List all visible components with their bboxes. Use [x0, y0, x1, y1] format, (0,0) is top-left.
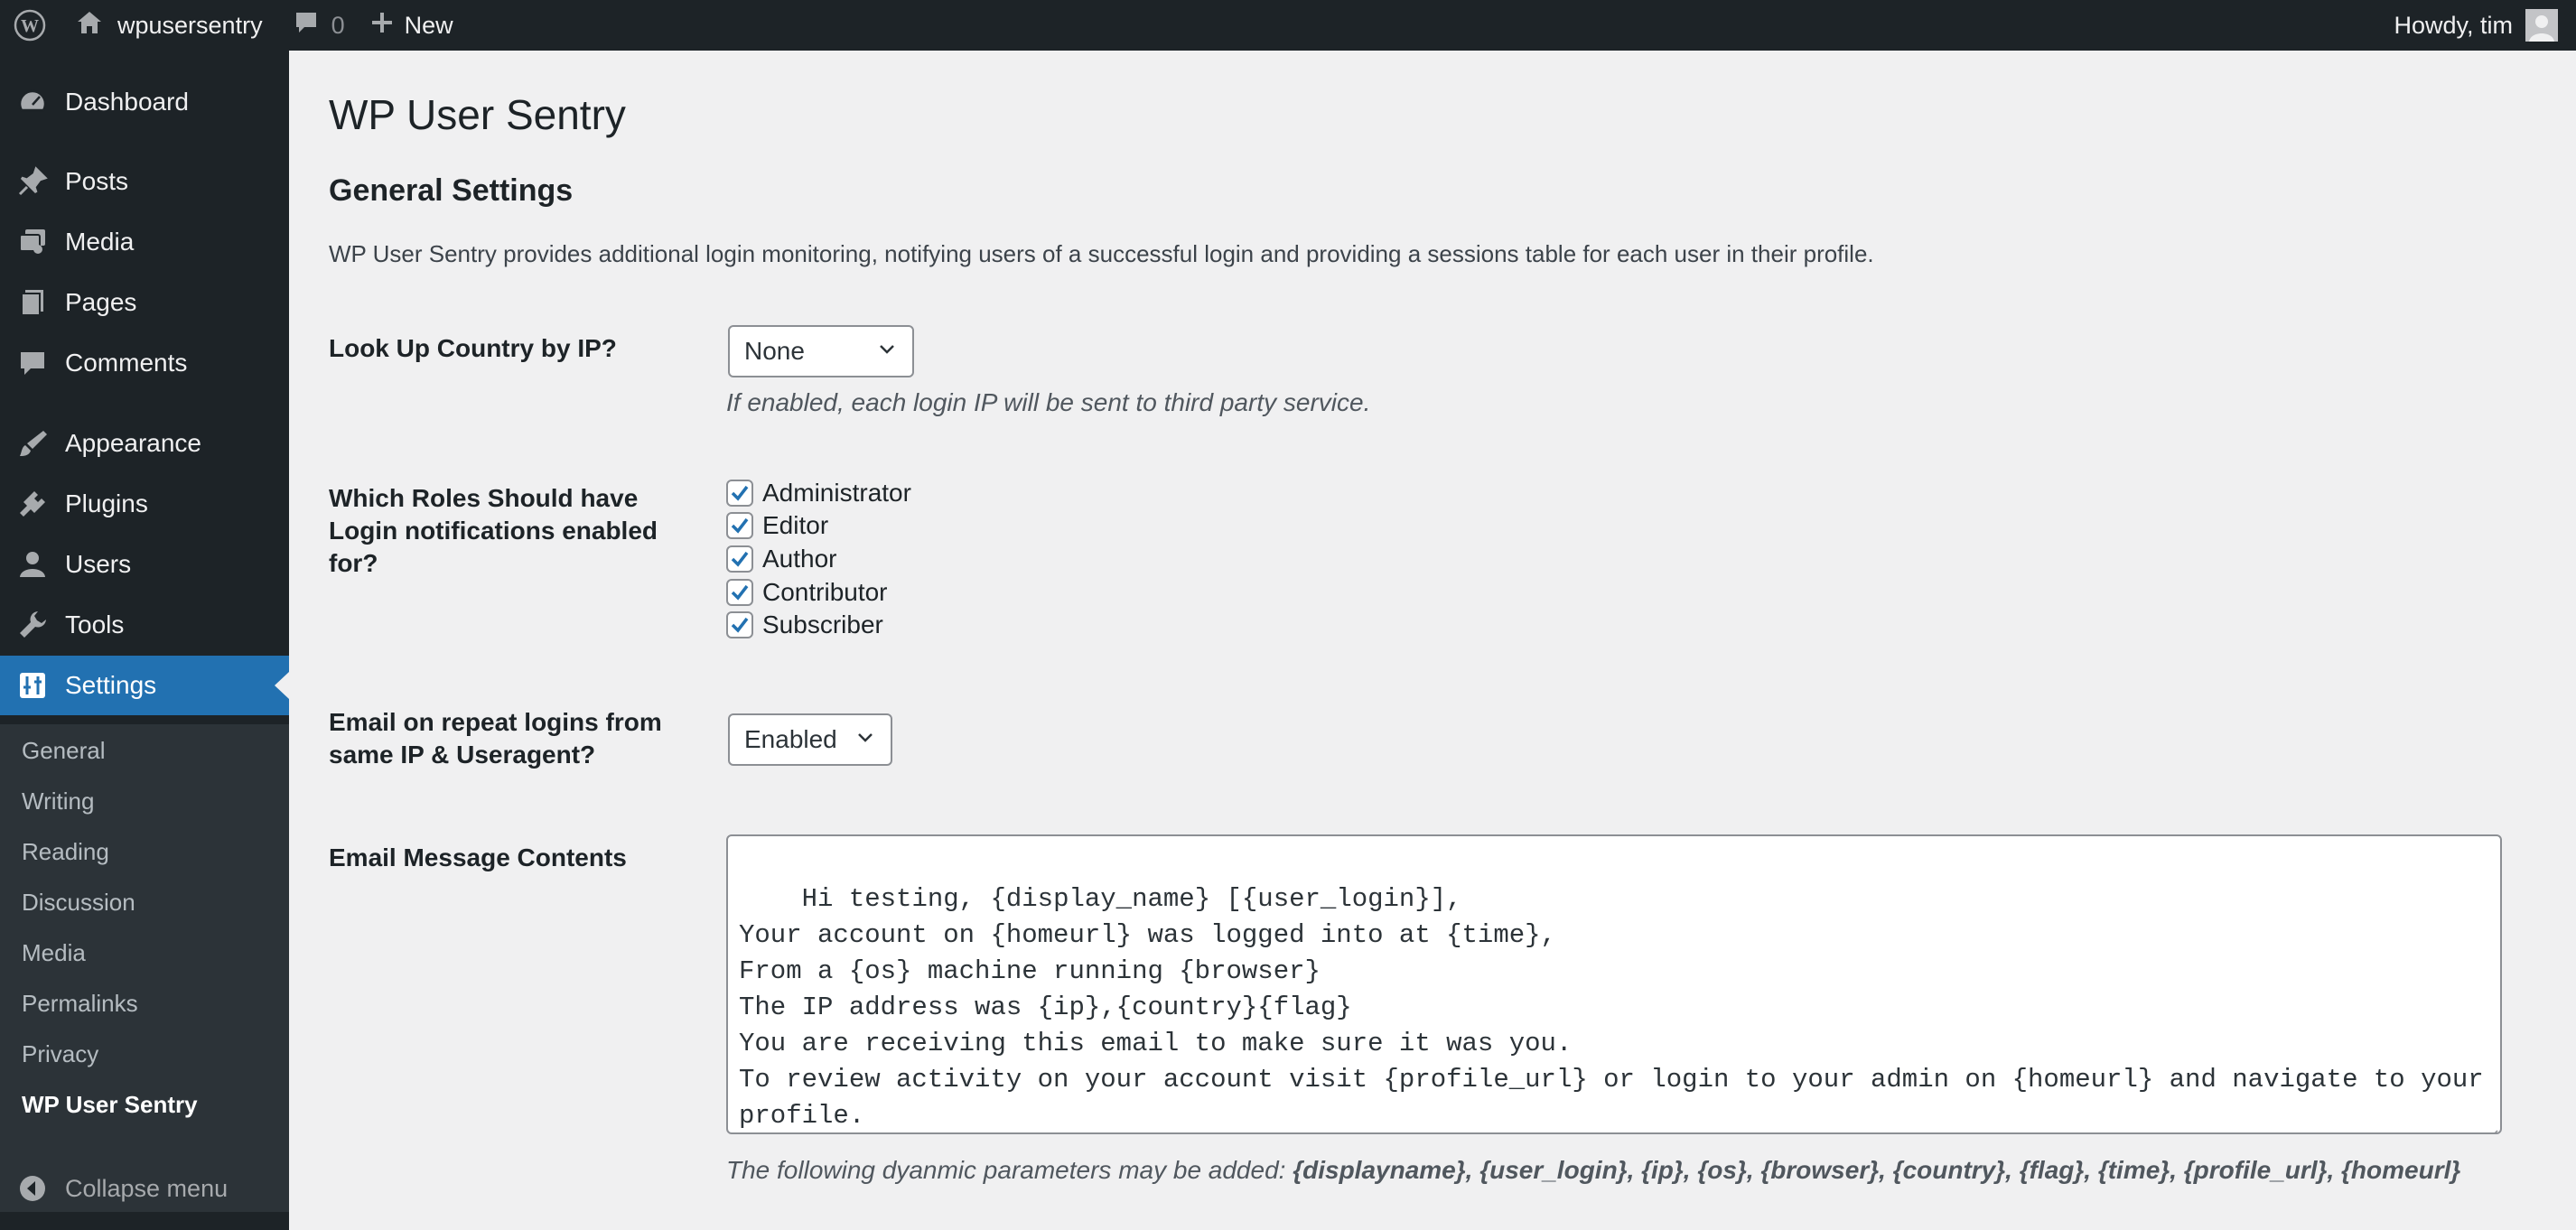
submenu-wp-user-sentry[interactable]: WP User Sentry [22, 1091, 198, 1119]
email-message-content: Hi testing, {display_name} [{user_login}… [739, 884, 2484, 1131]
site-name-link[interactable]: wpusersentry [60, 0, 281, 51]
new-content-link[interactable]: New [358, 0, 466, 51]
settings-submenu: General Writing Reading Discussion Media… [0, 724, 289, 1212]
menu-item-comments[interactable]: Comments [0, 333, 289, 393]
email-message-textarea[interactable]: Hi testing, {display_name} [{user_login}… [726, 834, 2502, 1134]
collapse-arrow-icon [0, 1174, 65, 1203]
page-title: WP User Sentry [329, 91, 626, 138]
checkbox-checked-icon[interactable] [726, 512, 753, 539]
section-title: General Settings [329, 173, 574, 208]
menu-item-users[interactable]: Users [0, 535, 289, 594]
site-name-label: wpusersentry [117, 11, 263, 39]
roles-label: Which Roles Should have Login notificati… [329, 482, 658, 580]
submenu-permalinks[interactable]: Permalinks [22, 990, 138, 1018]
wrench-icon [0, 609, 65, 641]
role-option-author[interactable]: Author [726, 543, 837, 575]
checkbox-checked-icon[interactable] [726, 545, 753, 573]
roles-label-line: for? [329, 549, 378, 577]
dynamic-params-list: {displayname}, {user_login}, {ip}, {os},… [1293, 1156, 2461, 1184]
checkbox-checked-icon[interactable] [726, 579, 753, 606]
wordpress-logo-icon[interactable]: W [0, 0, 60, 51]
submenu-media[interactable]: Media [22, 939, 86, 967]
repeat-logins-select[interactable]: Enabled [728, 713, 892, 766]
submenu-discussion[interactable]: Discussion [22, 889, 135, 917]
role-label: Subscriber [762, 610, 883, 638]
menu-label: Comments [65, 349, 188, 377]
settings-icon [0, 669, 65, 702]
menu-label: Plugins [65, 489, 148, 517]
new-label: New [404, 11, 453, 39]
menu-label: Media [65, 228, 135, 256]
plus-icon [370, 11, 394, 41]
comment-icon [0, 347, 65, 379]
country-lookup-select[interactable]: None [728, 325, 914, 377]
submenu-writing[interactable]: Writing [22, 787, 94, 815]
role-label: Author [762, 545, 837, 573]
plugin-icon [0, 488, 65, 520]
email-message-label: Email Message Contents [329, 843, 627, 871]
role-label: Contributor [762, 578, 888, 606]
brush-icon [0, 427, 65, 460]
role-label: Editor [762, 511, 829, 539]
country-lookup-label: Look Up Country by IP? [329, 334, 617, 362]
howdy-greeting: Howdy, tim [2394, 11, 2513, 39]
menu-item-appearance[interactable]: Appearance [0, 414, 289, 473]
repeat-logins-label: Email on repeat logins from same IP & Us… [329, 706, 662, 771]
submenu-reading[interactable]: Reading [22, 838, 109, 866]
pages-icon [0, 286, 65, 319]
repeat-logins-value: Enabled [744, 725, 837, 753]
plugin-description: WP User Sentry provides additional login… [329, 240, 1874, 267]
checkbox-checked-icon[interactable] [726, 611, 753, 638]
roles-label-line: Which Roles Should have [329, 484, 639, 512]
menu-item-pages[interactable]: Pages [0, 273, 289, 332]
chevron-down-icon [876, 337, 898, 366]
dynamic-params-prefix: The following dyanmic parameters may be … [726, 1156, 1293, 1184]
role-option-administrator[interactable]: Administrator [726, 477, 911, 509]
menu-item-plugins[interactable]: Plugins [0, 474, 289, 534]
collapse-menu-label: Collapse menu [65, 1174, 229, 1202]
user-icon [0, 548, 65, 581]
menu-label: Pages [65, 288, 137, 316]
menu-label: Appearance [65, 429, 202, 457]
chevron-down-icon [854, 725, 876, 754]
comments-link[interactable]: 0 [281, 0, 358, 51]
pin-icon [0, 165, 65, 198]
repeat-logins-label-line: Email on repeat logins from [329, 708, 662, 736]
menu-label: Dashboard [65, 88, 189, 116]
avatar [2525, 9, 2558, 42]
home-icon [76, 9, 103, 42]
submenu-privacy[interactable]: Privacy [22, 1040, 98, 1068]
admin-bar: W wpusersentry 0 New Howdy, tim [0, 0, 2576, 51]
menu-item-dashboard[interactable]: Dashboard [0, 72, 289, 132]
menu-label: Posts [65, 167, 129, 195]
menu-label: Settings [65, 671, 157, 699]
menu-item-tools[interactable]: Tools [0, 595, 289, 655]
menu-label: Users [65, 550, 132, 578]
main-content: WP User Sentry General Settings WP User … [289, 51, 2576, 1230]
comments-count: 0 [331, 11, 345, 39]
role-label: Administrator [762, 479, 911, 507]
checkbox-checked-icon[interactable] [726, 480, 753, 507]
roles-label-line: Login notifications enabled [329, 517, 658, 545]
resize-handle-icon[interactable] [2484, 1116, 2498, 1132]
menu-item-posts[interactable]: Posts [0, 152, 289, 211]
media-icon [0, 226, 65, 258]
menu-item-settings[interactable]: Settings [0, 656, 289, 715]
role-option-editor[interactable]: Editor [726, 509, 828, 542]
role-option-contributor[interactable]: Contributor [726, 576, 888, 609]
admin-sidebar: Dashboard Posts Media Pages Comments App… [0, 51, 289, 1230]
my-account-link[interactable]: Howdy, tim [2394, 0, 2576, 51]
country-lookup-value: None [744, 337, 805, 365]
menu-label: Tools [65, 610, 125, 638]
country-lookup-hint: If enabled, each login IP will be sent t… [726, 388, 1371, 416]
menu-item-media[interactable]: Media [0, 212, 289, 272]
dynamic-params-note: The following dyanmic parameters may be … [726, 1156, 2460, 1185]
svg-text:W: W [21, 16, 39, 36]
collapse-menu-button[interactable]: Collapse menu [0, 1161, 289, 1216]
role-option-subscriber[interactable]: Subscriber [726, 609, 883, 641]
dashboard-icon [0, 86, 65, 118]
comment-bubble-icon [294, 10, 319, 42]
submenu-general[interactable]: General [22, 737, 106, 765]
repeat-logins-label-line: same IP & Useragent? [329, 741, 596, 769]
